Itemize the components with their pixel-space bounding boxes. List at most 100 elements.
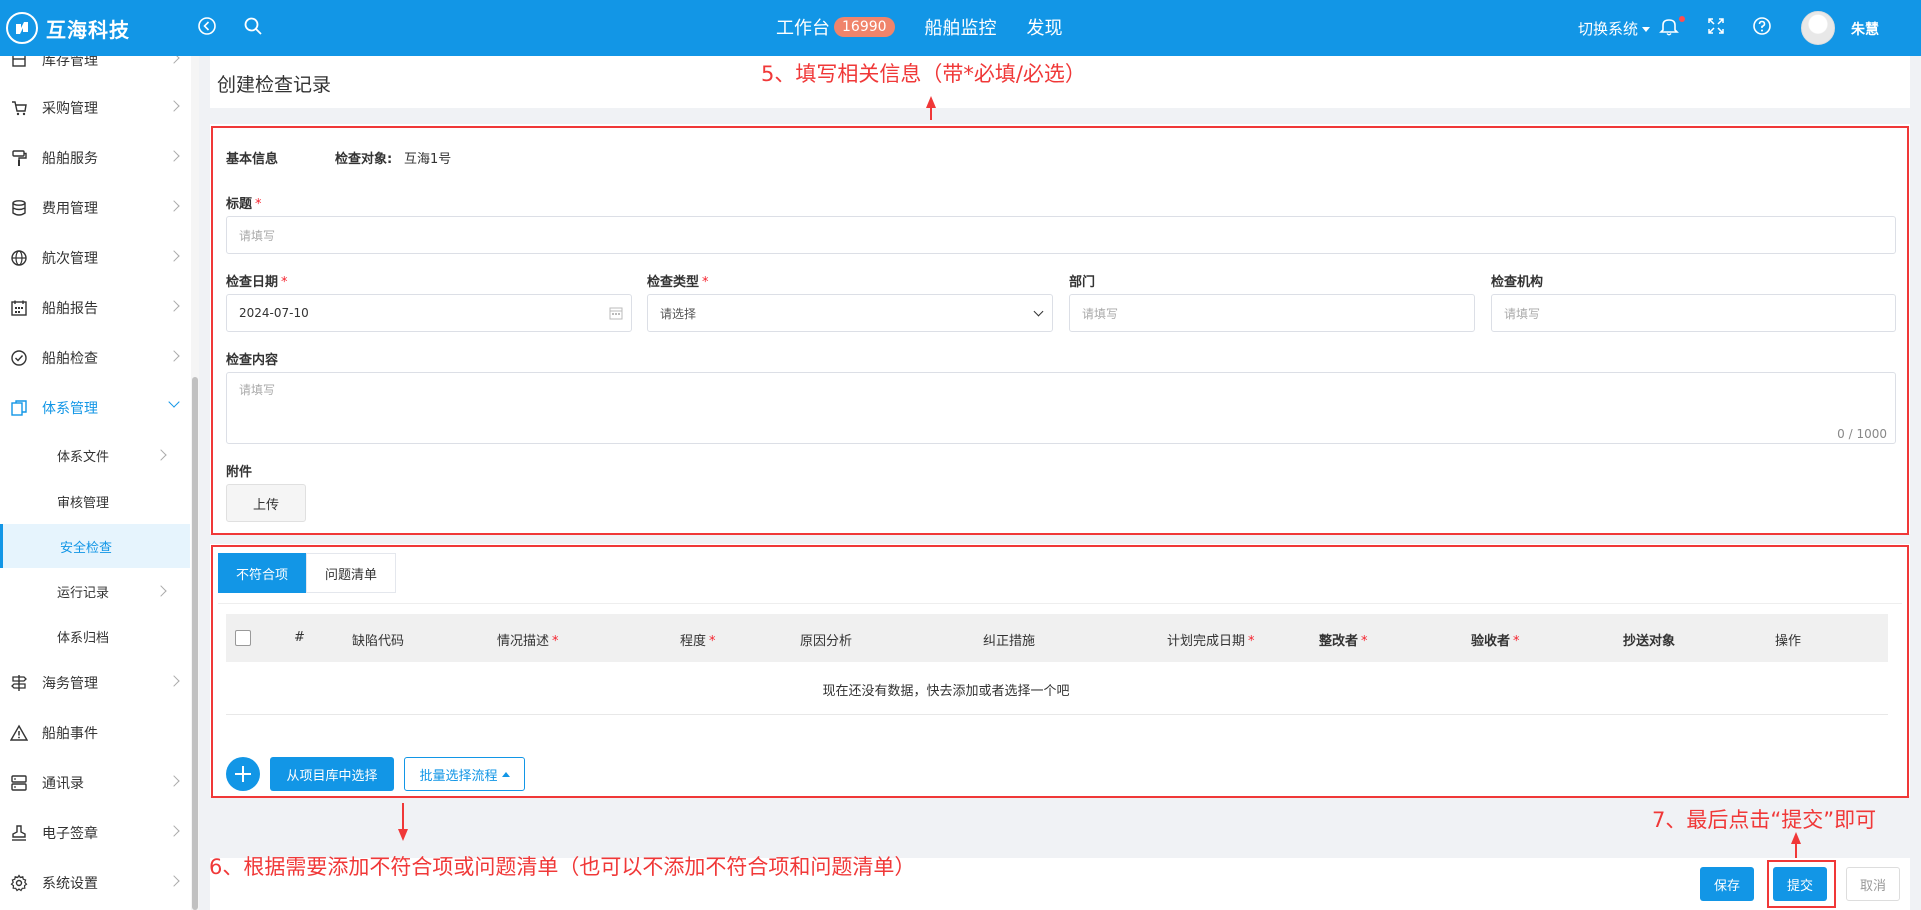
sidebar-item-contacts[interactable]: 通讯录: [0, 763, 190, 803]
sidebar-item-label: 采购管理: [42, 101, 98, 117]
annotation-arrow-down: [398, 829, 408, 841]
sidebar-scrollbar-thumb[interactable]: [192, 377, 198, 910]
chevron-right-icon: [168, 675, 180, 687]
chevron-right-icon: [168, 150, 180, 162]
sidebar-item-label: 船舶报告: [42, 301, 98, 317]
chevron-right-icon: [155, 449, 167, 461]
documents-icon: [11, 400, 27, 416]
chevron-right-icon: [155, 585, 167, 597]
chevron-right-icon: [168, 875, 180, 887]
nav-ship-monitor[interactable]: 船舶监控: [925, 14, 997, 40]
save-button[interactable]: 保存: [1700, 867, 1754, 901]
sidebar-sub-label: 体系文件: [57, 449, 110, 465]
sidebar-item-ship-inspection[interactable]: 船舶检查: [0, 338, 190, 378]
sidebar-item-inventory[interactable]: 库存管理: [0, 56, 190, 80]
warning-icon: [10, 724, 28, 741]
sidebar-item-label: 船舶事件: [42, 726, 98, 742]
nav-workbench[interactable]: 工作台 16990: [776, 14, 895, 40]
nav-discover[interactable]: 发现: [1027, 14, 1063, 40]
sidebar-item-label: 船舶服务: [42, 151, 98, 167]
brand-logo[interactable]: 互海科技: [6, 10, 130, 46]
sidebar-item-ship-service[interactable]: 船舶服务: [0, 138, 190, 178]
chevron-right-icon: [168, 200, 180, 212]
cancel-button[interactable]: 取消: [1846, 867, 1900, 901]
username[interactable]: 朱慧: [1851, 19, 1879, 39]
annotation-arrow-line: [402, 803, 404, 829]
sidebar-item-label: 库存管理: [42, 56, 98, 69]
sidebar-item-label: 系统设置: [42, 876, 98, 892]
fullscreen-icon[interactable]: [1705, 15, 1729, 39]
sidebar-item-purchase[interactable]: 采购管理: [0, 88, 190, 128]
page-title: 创建检查记录: [217, 74, 332, 96]
chevron-right-icon: [168, 56, 180, 64]
sidebar-item-label: 船舶检查: [42, 351, 98, 367]
nav-workbench-label: 工作台: [776, 18, 830, 39]
caret-down-icon: [1642, 27, 1651, 32]
sidebar-item-system-mgmt[interactable]: 体系管理: [0, 388, 190, 428]
sidebar-item-label: 通讯录: [42, 776, 84, 792]
sidebar-item-expense[interactable]: 费用管理: [0, 188, 190, 228]
coins-icon: [12, 200, 26, 216]
top-navbar: 互海科技 工作台 16990 船舶监控 发现 切换系统 朱慧: [0, 0, 1921, 56]
sidebar-sub-system-files[interactable]: 体系文件: [0, 433, 190, 477]
annotation-box-form: [211, 126, 1909, 535]
chevron-right-icon: [168, 100, 180, 112]
annotation-box-items: [211, 545, 1909, 798]
annotation-step5: 5、填写相关信息（带*必填/必选）: [761, 62, 1086, 86]
logo-icon: [6, 12, 38, 44]
sidebar-item-label: 费用管理: [42, 201, 98, 217]
chevron-right-icon: [168, 825, 180, 837]
notification-dot: [1679, 16, 1685, 22]
gear-icon: [10, 874, 28, 892]
annotation-step6: 6、根据需要添加不符合项或问题清单（也可以不添加不符合项和问题清单）: [209, 855, 916, 879]
box-icon: [12, 56, 26, 67]
sidebar-sub-label: 运行记录: [57, 585, 110, 601]
annotation-arrow-line: [1795, 842, 1797, 858]
calendar-icon: [11, 300, 27, 316]
sidebar-item-settings[interactable]: 系统设置: [0, 863, 190, 903]
stamp-icon: [12, 825, 26, 841]
chevron-right-icon: [168, 300, 180, 312]
globe-icon: [11, 250, 27, 266]
avatar[interactable]: [1801, 11, 1835, 45]
sidebar-item-label: 电子签章: [42, 826, 98, 842]
workbench-badge: 16990: [834, 17, 895, 37]
search-icon[interactable]: [242, 15, 266, 39]
sidebar-sub-archive[interactable]: 体系归档: [0, 614, 190, 658]
sidebar-sub-audit[interactable]: 审核管理: [0, 479, 190, 523]
sidebar: 库存管理 采购管理 船舶服务 费用管理 航次管理 船舶报告 船舶检查 体系管理 …: [0, 56, 199, 910]
back-icon[interactable]: [196, 15, 220, 39]
chevron-right-icon: [168, 775, 180, 787]
brand-name: 互海科技: [46, 17, 130, 42]
sidebar-item-e-signature[interactable]: 电子签章: [0, 813, 190, 853]
server-icon: [11, 775, 27, 791]
annotation-arrow-line: [930, 106, 932, 120]
sidebar-item-label: 航次管理: [42, 251, 98, 267]
cart-icon: [12, 101, 27, 116]
sidebar-item-label: 体系管理: [42, 401, 98, 417]
sidebar-item-label: 海务管理: [42, 676, 98, 692]
sidebar-sub-label: 审核管理: [57, 495, 110, 511]
switch-system-dropdown[interactable]: 切换系统: [1578, 18, 1651, 39]
sidebar-sub-label: 安全检查: [60, 540, 113, 556]
sidebar-item-ship-events[interactable]: 船舶事件: [0, 713, 190, 753]
nav-ship-monitor-label: 船舶监控: [924, 18, 997, 39]
nav-discover-label: 发现: [1026, 18, 1063, 39]
annotation-step7: 7、最后点击“提交”即可: [1652, 808, 1877, 832]
switch-system-label: 切换系统: [1578, 20, 1639, 38]
sidebar-item-ship-report[interactable]: 船舶报告: [0, 288, 190, 328]
chevron-down-icon: [168, 396, 180, 408]
chevron-right-icon: [168, 350, 180, 362]
signpost-icon: [11, 675, 27, 691]
chevron-right-icon: [168, 250, 180, 262]
sidebar-item-marine-affairs[interactable]: 海务管理: [0, 663, 190, 703]
sidebar-item-voyage[interactable]: 航次管理: [0, 238, 190, 278]
check-circle-icon: [11, 350, 27, 366]
sidebar-sub-safety-check[interactable]: 安全检查: [0, 524, 190, 568]
sidebar-sub-label: 体系归档: [57, 630, 110, 646]
paint-roller-icon: [12, 150, 27, 166]
annotation-box-submit: [1767, 860, 1836, 908]
help-icon[interactable]: [1751, 15, 1775, 39]
sidebar-sub-run-records[interactable]: 运行记录: [0, 569, 190, 613]
main-nav: 工作台 16990 船舶监控 发现: [776, 14, 1093, 40]
